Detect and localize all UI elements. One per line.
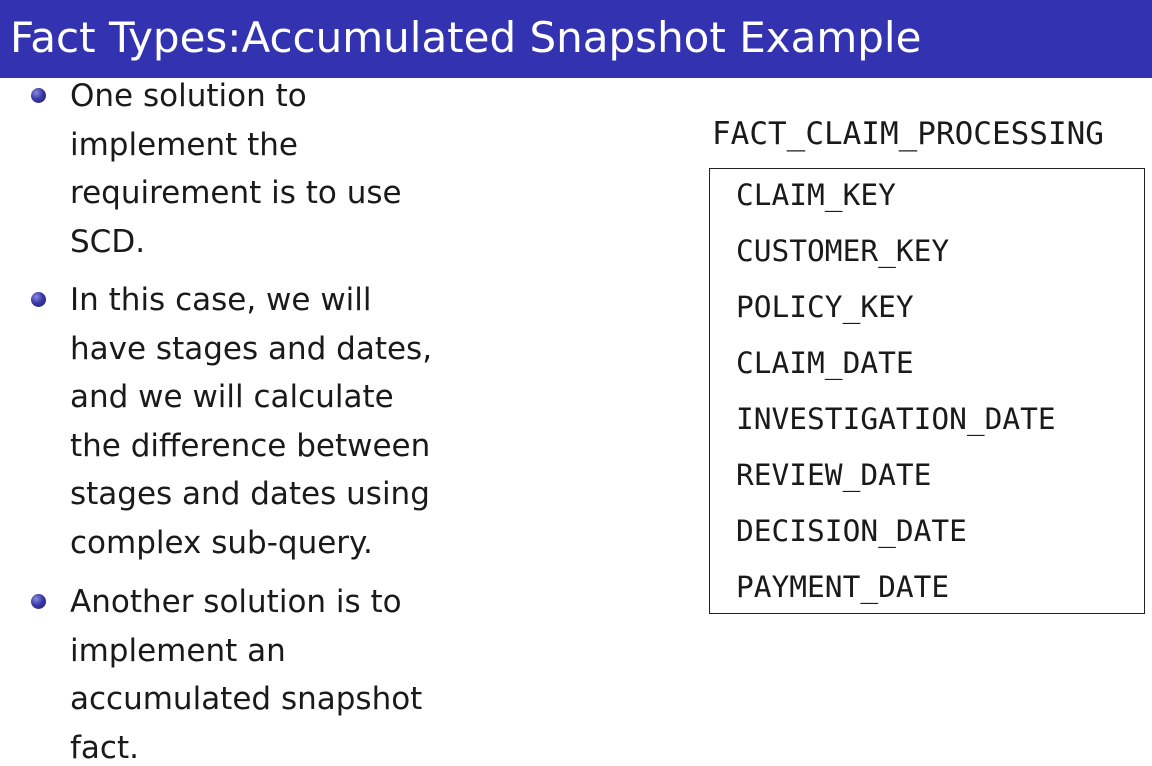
bullet-line: and we will calculate — [70, 379, 394, 416]
bullet-line: requirement is to use — [70, 175, 402, 212]
bullet-line: accumulated snapshot — [70, 681, 423, 718]
table-field: CUSTOMER_KEY — [736, 234, 950, 268]
bullet-line: In this case, we will — [70, 282, 372, 318]
table-field: PAYMENT_DATE — [736, 570, 950, 604]
fact-table-name: FACT_CLAIM_PROCESSING — [712, 116, 1104, 152]
bullet-line: have stages and dates, — [70, 330, 433, 367]
table-field: CLAIM_KEY — [736, 178, 896, 212]
bullet-item: One solution to implement the requiremen… — [31, 72, 510, 266]
bullet-line: stages and dates using — [70, 476, 430, 513]
bullet-line: fact. — [70, 729, 139, 766]
bullet-line: One solution to — [70, 78, 307, 114]
bullet-item: Another solution is to implement an accu… — [31, 578, 510, 766]
table-field: DECISION_DATE — [736, 514, 967, 548]
bullet-dot-icon — [31, 594, 46, 609]
bullet-line: SCD. — [70, 223, 146, 260]
bullet-line: implement the — [70, 126, 298, 163]
bullet-line: the difference between — [70, 427, 431, 464]
bullet-item: In this case, we will have stages and da… — [31, 276, 510, 568]
bullet-line: Another solution is to — [70, 584, 402, 620]
bullet-list: One solution to implement the requiremen… — [0, 0, 520, 766]
bullet-line: complex sub-query. — [70, 524, 373, 561]
slide: Fact Types:Accumulated Snapshot Example … — [0, 0, 1152, 766]
bullet-line: implement an — [70, 632, 286, 669]
fact-table-box: CLAIM_KEY CUSTOMER_KEY POLICY_KEY CLAIM_… — [709, 168, 1145, 614]
table-field: REVIEW_DATE — [736, 458, 932, 492]
bullet-dot-icon — [31, 292, 46, 307]
table-field: CLAIM_DATE — [736, 346, 914, 380]
bullet-dot-icon — [31, 88, 46, 103]
table-field: POLICY_KEY — [736, 290, 914, 324]
table-field: INVESTIGATION_DATE — [736, 402, 1056, 436]
